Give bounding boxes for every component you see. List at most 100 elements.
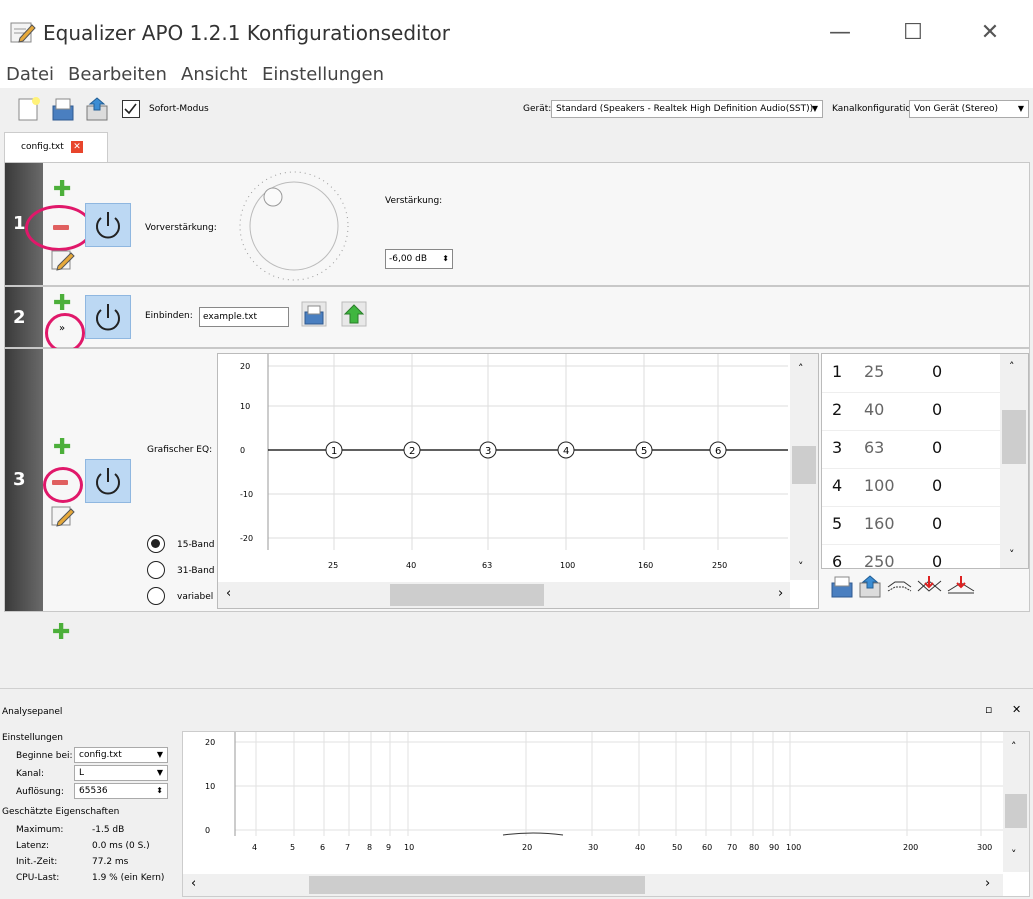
scroll-down-icon[interactable]: ˅: [798, 560, 804, 573]
menu-datei[interactable]: Datei: [6, 64, 54, 85]
beginne-select[interactable]: config.txt ▼: [74, 747, 168, 763]
radio-variabel[interactable]: [147, 587, 165, 605]
minimize-button[interactable]: —: [825, 20, 855, 46]
sofort-modus-checkbox[interactable]: [122, 100, 140, 118]
scroll-left-icon[interactable]: ‹: [226, 586, 231, 601]
table-freq-cell[interactable]: 100: [864, 476, 895, 495]
include-file-input[interactable]: example.txt: [199, 307, 289, 327]
tab-close-icon[interactable]: ✕: [71, 141, 83, 153]
scroll-thumb[interactable]: [1002, 410, 1026, 464]
scroll-down-icon[interactable]: ˅: [1011, 848, 1017, 861]
gain-spinbox[interactable]: -6,00 dB ⬍: [385, 249, 453, 269]
scroll-thumb[interactable]: [309, 876, 645, 894]
normalize-curve-icon[interactable]: [947, 575, 975, 597]
scroll-right-icon[interactable]: ›: [778, 586, 783, 601]
scroll-right-icon[interactable]: ›: [985, 876, 990, 891]
table-gain-cell[interactable]: 0: [932, 552, 942, 568]
table-index-cell[interactable]: 6: [832, 552, 842, 568]
table-freq-cell[interactable]: 40: [864, 400, 884, 419]
scroll-thumb[interactable]: [792, 446, 816, 484]
scroll-thumb[interactable]: [1005, 794, 1027, 828]
scroll-thumb[interactable]: [390, 584, 544, 606]
x-tick-label: 100: [560, 561, 575, 570]
table-index-cell[interactable]: 2: [832, 400, 842, 419]
scroll-up-icon[interactable]: ˄: [1009, 360, 1015, 373]
menu-bearbeiten[interactable]: Bearbeiten: [68, 64, 167, 85]
band-table[interactable]: 1 25 0 2 40 0 3 63 0 4 100 0 5 160 0 6 250 0 ˄ ˅: [821, 353, 1029, 569]
table-index-cell[interactable]: 3: [832, 438, 842, 457]
table-index-cell[interactable]: 5: [832, 514, 842, 533]
remove-filter-icon[interactable]: [53, 225, 69, 230]
power-button[interactable]: [85, 203, 131, 247]
edit-icon[interactable]: [51, 505, 77, 527]
filter-row-3: 3 ✚ Grafischer EQ: 15-Band 31-Band varia…: [4, 348, 1030, 612]
analysis-graph[interactable]: 20 10 0 4 5 6 7 8 9 10 20 30 40 50 60 70 80 90 100 200 300: [183, 732, 1003, 872]
title-bar: Equalizer APO 1.2.1 Konfigurationseditor…: [0, 0, 1033, 62]
table-freq-cell[interactable]: 63: [864, 438, 884, 457]
radio-15-band[interactable]: [147, 535, 165, 553]
radio-31-band[interactable]: [147, 561, 165, 579]
table-freq-cell[interactable]: 250: [864, 552, 895, 568]
table-gain-cell[interactable]: 0: [932, 514, 942, 533]
menu-ansicht[interactable]: Ansicht: [181, 64, 247, 85]
expand-icon[interactable]: »: [59, 323, 65, 334]
kanal-value: L: [79, 768, 85, 778]
close-button[interactable]: ✕: [975, 20, 1005, 46]
maximize-button[interactable]: ☐: [898, 20, 928, 46]
power-button[interactable]: [85, 295, 131, 339]
x-tick-label: 4: [252, 843, 257, 852]
save-file-icon[interactable]: [859, 575, 881, 599]
table-gain-cell[interactable]: 0: [932, 476, 942, 495]
aufloesung-spinbox[interactable]: 65536 ⬍: [74, 783, 168, 799]
kanal-select[interactable]: L ▼: [74, 765, 168, 781]
table-freq-cell[interactable]: 160: [864, 514, 895, 533]
reset-curve-icon[interactable]: [887, 579, 913, 597]
new-file-icon[interactable]: [16, 96, 42, 122]
kanal-select[interactable]: Von Gerät (Stereo) ▼: [909, 100, 1029, 118]
scroll-up-icon[interactable]: ˄: [798, 362, 804, 375]
close-panel-icon[interactable]: ✕: [1012, 703, 1021, 716]
scroll-down-icon[interactable]: ˅: [1009, 548, 1015, 561]
eq-graph-panel: 20 10 0 -10 -20 25 40 63 100 160 250 1 2 3 4 5 6 ˄ ˅ ‹ ›: [217, 353, 819, 609]
geraet-select[interactable]: Standard (Speakers - Realtek High Defini…: [551, 100, 823, 118]
up-arrow-icon[interactable]: [341, 301, 367, 327]
tab-config[interactable]: config.txt ✕: [4, 132, 108, 162]
add-filter-icon[interactable]: ✚: [53, 293, 71, 315]
annotation-circle: [43, 467, 83, 503]
table-gain-cell[interactable]: 0: [932, 362, 942, 381]
save-file-icon[interactable]: [84, 96, 110, 122]
eq-hscrollbar[interactable]: ‹ ›: [218, 582, 790, 608]
menu-einstellungen[interactable]: Einstellungen: [262, 64, 384, 85]
gain-knob[interactable]: [227, 171, 361, 281]
table-index-cell[interactable]: 4: [832, 476, 842, 495]
add-filter-icon[interactable]: ✚: [52, 622, 70, 644]
add-filter-icon[interactable]: ✚: [53, 179, 71, 201]
band-handle-label: 1: [331, 446, 337, 457]
open-file-icon[interactable]: [301, 301, 327, 327]
table-gain-cell[interactable]: 0: [932, 438, 942, 457]
scroll-up-icon[interactable]: ˄: [1011, 740, 1017, 753]
float-panel-icon[interactable]: ▫: [985, 703, 992, 716]
add-filter-icon[interactable]: ✚: [53, 437, 71, 459]
scroll-left-icon[interactable]: ‹: [191, 876, 196, 891]
x-tick-label: 200: [903, 843, 918, 852]
table-vscrollbar[interactable]: ˄ ˅: [1000, 354, 1028, 568]
remove-filter-icon[interactable]: [52, 480, 68, 485]
check-icon: [124, 103, 137, 115]
eq-vscrollbar[interactable]: ˄ ˅: [790, 354, 818, 580]
table-gain-cell[interactable]: 0: [932, 400, 942, 419]
open-file-icon[interactable]: [50, 96, 76, 122]
analysis-title: Analysepanel: [2, 707, 63, 717]
x-tick-label: 63: [482, 561, 492, 570]
power-button[interactable]: [85, 459, 131, 503]
eq-graph[interactable]: 20 10 0 -10 -20 25 40 63 100 160 250 1 2 3 4 5 6: [218, 354, 788, 580]
row-divider: [822, 544, 1000, 545]
table-freq-cell[interactable]: 25: [864, 362, 884, 381]
open-file-icon[interactable]: [831, 575, 853, 599]
table-index-cell[interactable]: 1: [832, 362, 842, 381]
analysis-vscrollbar[interactable]: ˄ ˅: [1003, 732, 1029, 872]
band-handle-label: 5: [641, 446, 647, 457]
analysis-hscrollbar[interactable]: ‹ ›: [183, 874, 1003, 896]
invert-curve-icon[interactable]: [917, 575, 943, 597]
edit-icon[interactable]: [51, 249, 77, 271]
